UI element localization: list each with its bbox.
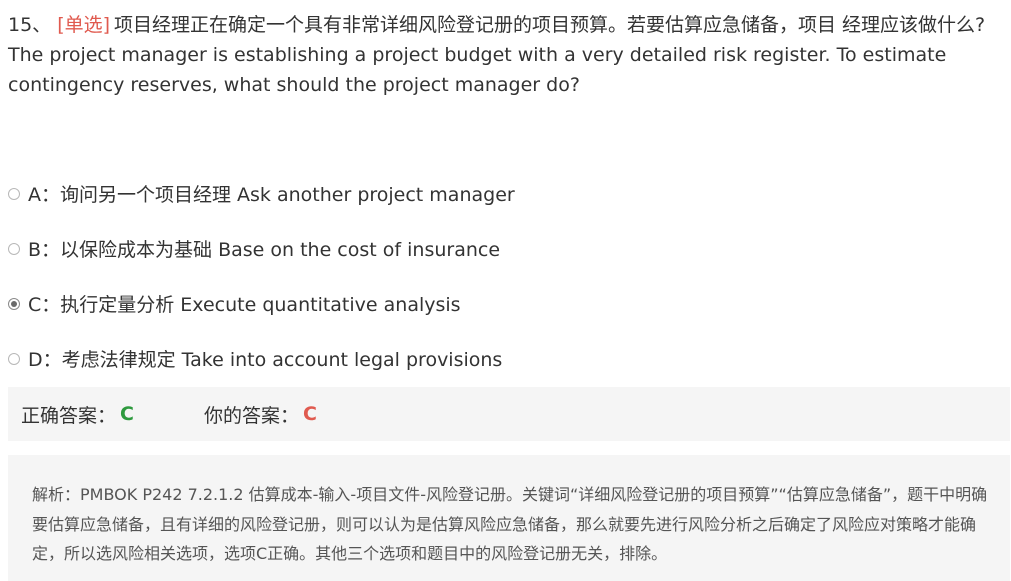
analysis-text: 解析：PMBOK P242 7.2.1.2 估算成本-输入-项目文件-风险登记册…: [32, 485, 988, 563]
radio-icon[interactable]: [8, 352, 20, 365]
my-answer-label: 你的答案：: [203, 404, 299, 427]
radio-checked-icon[interactable]: [8, 297, 20, 310]
options-list: A：询问另一个项目经理 Ask another project manager …: [8, 166, 1004, 386]
option-b-label: B：以保险成本为基础 Base on the cost of insurance: [28, 239, 501, 261]
option-a-label: A：询问另一个项目经理 Ask another project manager: [28, 184, 515, 206]
question-text-en: The project manager is establishing a pr…: [8, 44, 947, 96]
question-text-cn: 项目经理正在确定一个具有非常详细风险登记册的项目预算。若要估算应急储备，项目 经…: [114, 14, 986, 36]
question-type-tag: [单选]: [57, 14, 111, 36]
radio-icon[interactable]: [8, 242, 20, 255]
correct-answer-label: 正确答案：: [21, 404, 117, 427]
question-number: 15、: [8, 14, 52, 36]
analysis-panel: 解析：PMBOK P242 7.2.1.2 估算成本-输入-项目文件-风险登记册…: [8, 455, 1010, 581]
radio-icon[interactable]: [8, 187, 20, 200]
option-b[interactable]: B：以保险成本为基础 Base on the cost of insurance: [8, 221, 1004, 276]
correct-answer-value: C: [120, 403, 134, 425]
question-stem: 15、 [单选] 项目经理正在确定一个具有非常详细风险登记册的项目预算。若要估算应急…: [8, 10, 1004, 100]
option-d[interactable]: D：考虑法律规定 Take into account legal provisi…: [8, 331, 1004, 386]
answer-bar: 正确答案： C 你的答案： C: [8, 387, 1010, 441]
my-answer-value: C: [302, 403, 317, 425]
option-c-label: C：执行定量分析 Execute quantitative analysis: [28, 294, 461, 316]
option-a[interactable]: A：询问另一个项目经理 Ask another project manager: [8, 166, 1004, 221]
option-c[interactable]: C：执行定量分析 Execute quantitative analysis: [8, 276, 1004, 331]
option-d-label: D：考虑法律规定 Take into account legal provisi…: [28, 349, 503, 371]
